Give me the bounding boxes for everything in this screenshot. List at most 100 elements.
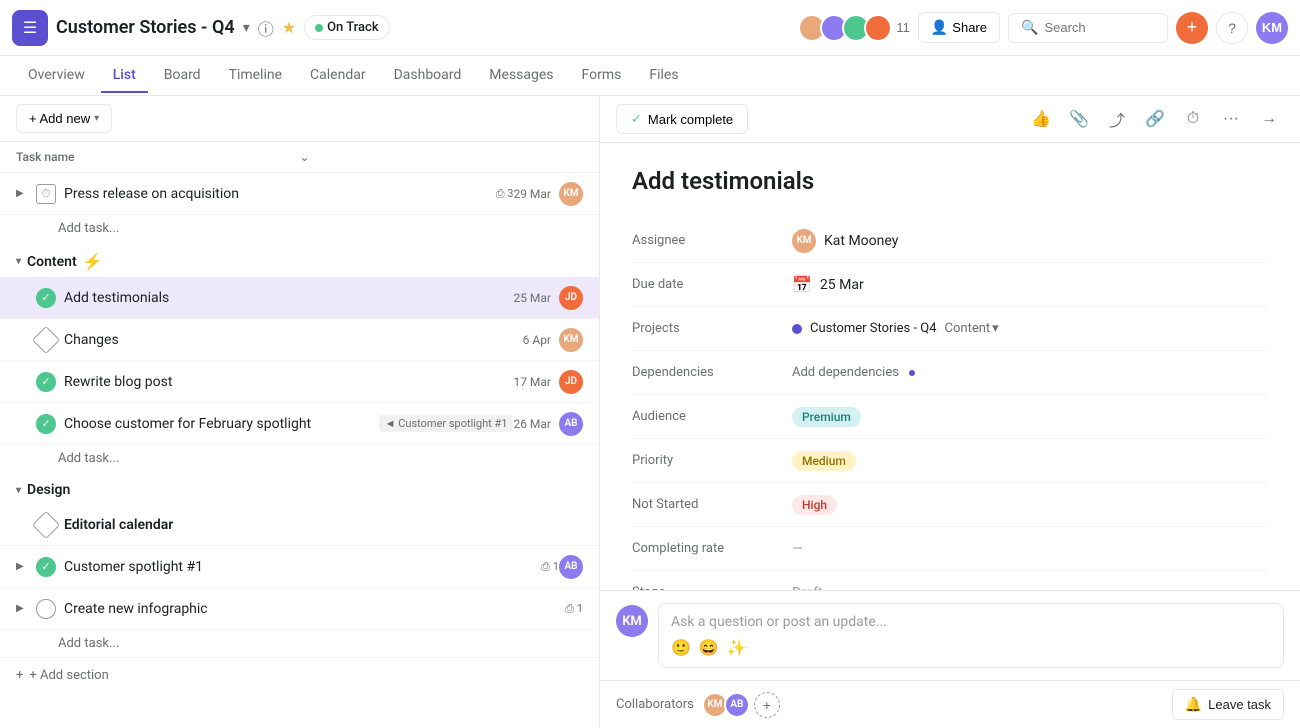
assignee-name: Kat Mooney xyxy=(824,233,898,249)
mark-complete-button[interactable]: ✓ Mark complete xyxy=(616,104,748,134)
task-row-add-testimonials[interactable]: Add testimonials 25 Mar JD xyxy=(0,277,599,319)
star-button[interactable]: ★ xyxy=(282,18,296,38)
task-row[interactable]: ▶ ⏱ Press release on acquisition ⎙ 3 29 … xyxy=(0,173,599,215)
share-task-button[interactable]: ⤴ xyxy=(1102,104,1132,134)
leave-task-button[interactable]: 🔔 Leave task xyxy=(1172,689,1284,720)
add-new-button[interactable]: + Add new ▾ xyxy=(16,104,112,133)
info-button[interactable]: ⓘ xyxy=(258,16,274,40)
left-content: Task name ⌄ ▶ ⏱ Press release on acquisi… xyxy=(0,142,599,728)
tab-files[interactable]: Files xyxy=(637,59,690,93)
assignee-value: KM Kat Mooney xyxy=(792,229,1268,253)
leave-task-label: Leave task xyxy=(1208,697,1271,712)
task-row-customer-spotlight[interactable]: ▶ Customer spotlight #1 ⎙ 1 AB xyxy=(0,546,599,588)
avatar-count[interactable]: 11 xyxy=(896,20,910,35)
tab-calendar[interactable]: Calendar xyxy=(298,59,378,93)
share-button[interactable]: 👤 Share xyxy=(918,12,1000,43)
help-button[interactable]: ? xyxy=(1216,12,1248,44)
task-check-completed xyxy=(36,372,56,392)
tab-dashboard[interactable]: Dashboard xyxy=(382,59,474,93)
task-name-container: Choose customer for February spotlight ◄… xyxy=(64,415,513,432)
audience-row: Audience Premium xyxy=(632,395,1268,439)
expand-icon[interactable]: ▶ xyxy=(16,188,36,199)
tab-overview[interactable]: Overview xyxy=(16,59,97,93)
task-check-normal xyxy=(36,599,56,619)
dependencies-label: Dependencies xyxy=(632,365,792,380)
menu-button[interactable]: ☰ xyxy=(12,10,48,46)
detail-grid: Assignee KM Kat Mooney Due date 📅 25 Mar… xyxy=(632,219,1268,590)
menu-icon: ☰ xyxy=(23,18,37,38)
dependencies-row: Dependencies Add dependencies xyxy=(632,351,1268,395)
bell-icon: 🔔 xyxy=(1185,696,1202,713)
projects-label: Projects xyxy=(632,321,792,336)
search-box[interactable]: 🔍 xyxy=(1008,13,1168,43)
expand-icon[interactable]: ▶ xyxy=(16,603,36,614)
search-input[interactable] xyxy=(1044,20,1155,35)
subtask-icon: ⎙ 1 xyxy=(565,602,583,616)
task-date: 29 Mar xyxy=(513,187,551,201)
attach-button[interactable]: 📎 xyxy=(1064,104,1094,134)
task-row-rewrite[interactable]: Rewrite blog post 17 Mar JD xyxy=(0,361,599,403)
emoji-icon[interactable]: 🙂 xyxy=(671,638,691,657)
timer-button[interactable]: ⏱ xyxy=(1178,104,1208,134)
like-button[interactable]: 👍 xyxy=(1026,104,1056,134)
status-label: On Track xyxy=(327,20,379,35)
tab-list[interactable]: List xyxy=(101,59,148,93)
left-panel: + Add new ▾ Task name ⌄ ▶ ⏱ Press releas… xyxy=(0,96,600,728)
share-icon: 👤 xyxy=(931,19,948,36)
comment-input-box[interactable]: Ask a question or post an update... 🙂 😄 … xyxy=(658,603,1284,668)
add-task-root[interactable]: Add task... xyxy=(0,215,599,242)
collaborators-label: Collaborators xyxy=(616,697,694,712)
project-section: Content ▾ xyxy=(945,321,999,336)
tab-board[interactable]: Board xyxy=(152,59,213,93)
task-tag: ◄ Customer spotlight #1 xyxy=(379,415,514,432)
add-task-content[interactable]: Add task... xyxy=(0,445,599,472)
not-started-badge: High xyxy=(792,495,837,515)
collab-avatars: KM AB + xyxy=(702,692,780,718)
project-dot xyxy=(792,324,802,334)
add-task-design[interactable]: Add task... xyxy=(0,630,599,657)
task-date: 26 Mar xyxy=(513,417,551,431)
section-chevron[interactable]: ▾ xyxy=(16,485,21,496)
calendar-icon: 📅 xyxy=(792,275,812,294)
completing-rate-dash: — xyxy=(792,541,803,557)
add-section-row[interactable]: + + Add section xyxy=(0,657,599,693)
top-bar-right: 11 👤 Share 🔍 + ? KM xyxy=(798,12,1288,44)
nav-tabs: Overview List Board Timeline Calendar Da… xyxy=(0,56,1300,96)
search-icon: 🔍 xyxy=(1021,20,1038,36)
section-design[interactable]: ▾ Design xyxy=(0,472,599,504)
task-name-container: Press release on acquisition ⎙ 3 xyxy=(64,186,513,202)
tab-forms[interactable]: Forms xyxy=(570,59,634,93)
task-name: Choose customer for February spotlight xyxy=(64,416,373,432)
add-button[interactable]: + xyxy=(1176,12,1208,44)
section-content[interactable]: ▾ Content ⚡ xyxy=(0,242,599,277)
more-button[interactable]: ··· xyxy=(1216,104,1246,134)
add-dependencies-link[interactable]: Add dependencies xyxy=(792,365,899,380)
collapse-icon[interactable]: ⌄ xyxy=(300,150,584,164)
top-bar: ☰ Customer Stories - Q4 ▾ ⓘ ★ On Track 1… xyxy=(0,0,1300,56)
task-row-editorial[interactable]: Editorial calendar xyxy=(0,504,599,546)
due-date: 25 Mar xyxy=(820,277,864,293)
project-chevron[interactable]: ▾ xyxy=(243,19,250,36)
laugh-icon[interactable]: 😄 xyxy=(699,638,719,657)
tab-timeline[interactable]: Timeline xyxy=(217,59,294,93)
priority-label: Priority xyxy=(632,453,792,468)
tab-messages[interactable]: Messages xyxy=(477,59,565,93)
section-icon: ⚡ xyxy=(83,252,103,271)
add-collaborator-button[interactable]: + xyxy=(754,692,780,718)
check-icon: ✓ xyxy=(631,111,642,127)
user-avatar[interactable]: KM xyxy=(1256,12,1288,44)
task-row-spotlight[interactable]: Choose customer for February spotlight ◄… xyxy=(0,403,599,445)
status-badge[interactable]: On Track xyxy=(304,15,390,40)
close-panel-button[interactable]: → xyxy=(1254,104,1284,134)
mark-complete-label: Mark complete xyxy=(648,112,733,127)
task-avatar: AB xyxy=(559,412,583,436)
main-layout: + Add new ▾ Task name ⌄ ▶ ⏱ Press releas… xyxy=(0,96,1300,728)
section-chevron[interactable]: ▾ xyxy=(16,256,21,267)
task-row-infographic[interactable]: ▶ Create new infographic ⎙ 1 xyxy=(0,588,599,630)
task-row-changes[interactable]: Changes 6 Apr KM xyxy=(0,319,599,361)
not-started-row: Not Started High xyxy=(632,483,1268,527)
expand-icon[interactable]: ▶ xyxy=(16,561,36,572)
link-button[interactable]: 🔗 xyxy=(1140,104,1170,134)
task-check-diamond xyxy=(32,510,60,538)
star-emoji-icon[interactable]: ✨ xyxy=(727,638,747,657)
